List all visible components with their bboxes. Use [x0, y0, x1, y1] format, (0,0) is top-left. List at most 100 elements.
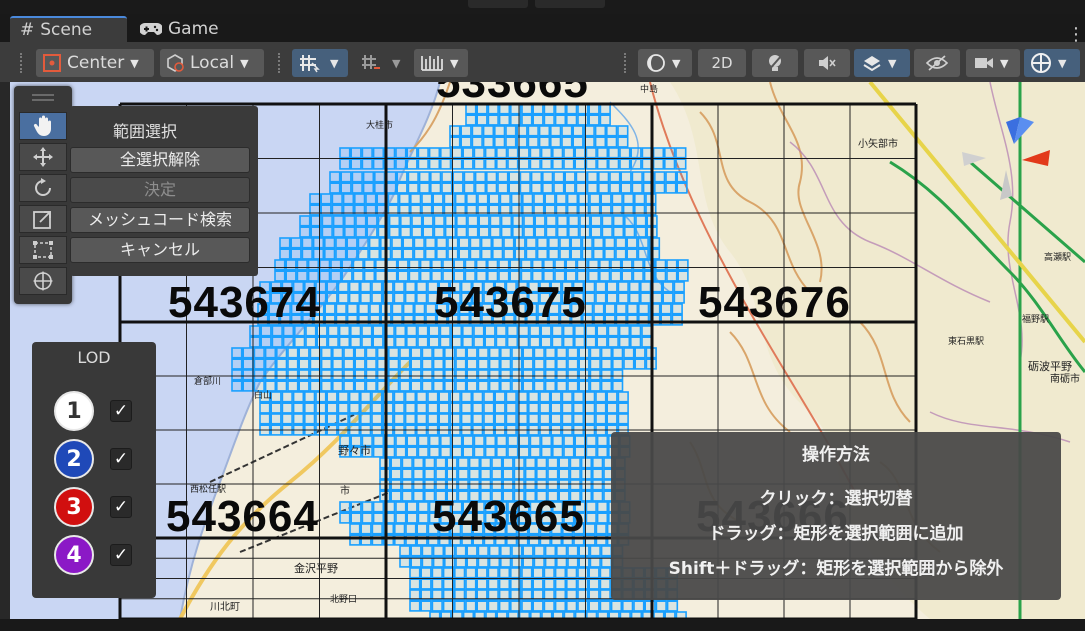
- selected-cell: [489, 215, 501, 227]
- svg-text:高瀬駅: 高瀬駅: [1044, 251, 1071, 263]
- selected-cell: [592, 237, 605, 249]
- selected-cell: [519, 182, 531, 194]
- selected-cell: [270, 413, 282, 425]
- toggle-2d-label: 2D: [711, 54, 733, 72]
- tab-scene[interactable]: # Scene: [10, 16, 127, 42]
- selected-cell: [473, 158, 485, 170]
- pivot-dropdown[interactable]: Center ▼: [36, 49, 154, 77]
- selected-cell: [340, 182, 352, 194]
- selected-cell: [422, 215, 434, 227]
- selected-cell: [635, 215, 647, 227]
- toolbar-grip[interactable]: [278, 53, 284, 73]
- transform-tool-button[interactable]: [19, 267, 67, 295]
- grid-snap-icon: [300, 55, 320, 73]
- mesh-code-search-button[interactable]: メッシュコード検索: [70, 207, 250, 233]
- lod-checkbox[interactable]: ✓: [110, 496, 132, 518]
- selected-cell: [315, 413, 327, 425]
- selected-cell: [563, 147, 575, 159]
- rotate-tool-button[interactable]: [19, 174, 67, 202]
- selected-cell: [511, 545, 523, 557]
- lighting-toggle[interactable]: [752, 49, 798, 77]
- ruler-button[interactable]: ▼: [414, 49, 468, 77]
- more-options-icon[interactable]: ⋮: [1067, 26, 1085, 44]
- selected-cell: [318, 270, 331, 282]
- effects-dropdown[interactable]: ▼: [854, 49, 910, 77]
- selected-cell: [494, 391, 506, 403]
- move-tool-button[interactable]: [19, 143, 67, 171]
- selected-cell: [491, 468, 503, 480]
- selected-cell: [275, 380, 288, 392]
- selected-cell: [527, 125, 539, 137]
- selected-cell: [410, 545, 422, 557]
- selected-cell: [443, 347, 456, 359]
- tab-game[interactable]: Game: [130, 16, 240, 42]
- selected-cell: [567, 358, 579, 370]
- lod-row-4: 4 ✓: [32, 535, 156, 577]
- selected-cell: [612, 226, 625, 238]
- selected-cell: [428, 435, 441, 447]
- selected-cell: [458, 248, 470, 260]
- rect-tool-button[interactable]: [19, 236, 67, 264]
- selected-cell: [368, 237, 381, 249]
- gizmos-dropdown[interactable]: ▼: [1024, 49, 1080, 77]
- selected-cell: [281, 413, 293, 425]
- selected-cell: [487, 114, 499, 126]
- selected-cell: [307, 259, 320, 271]
- mesh-code-label: 543674: [168, 278, 321, 327]
- selected-cell: [231, 380, 243, 392]
- selected-cell: [544, 358, 557, 370]
- selected-cell: [553, 171, 565, 183]
- selected-cell: [404, 281, 417, 293]
- increment-snap-button[interactable]: ▼: [354, 49, 410, 77]
- selected-cell: [417, 512, 429, 524]
- selected-cell: [462, 435, 474, 447]
- tab-bar: # Scene Game ⋮: [0, 14, 1085, 44]
- selected-cell: [611, 380, 624, 392]
- selected-cell: [495, 446, 508, 458]
- camera-dropdown[interactable]: ▼: [966, 49, 1020, 77]
- selected-cell: [666, 259, 678, 271]
- selected-cell: [631, 182, 643, 194]
- selected-cell: [365, 369, 377, 381]
- toggle-2d-button[interactable]: 2D: [698, 49, 746, 77]
- selected-cell: [435, 237, 448, 249]
- selected-cell: [443, 369, 456, 381]
- toolbar-grip[interactable]: [20, 53, 26, 73]
- grid-snap-button[interactable]: ▼: [292, 49, 348, 77]
- chevron-down-icon: ▼: [240, 56, 249, 70]
- selected-cell: [354, 380, 366, 392]
- selected-cell: [354, 358, 366, 370]
- clear-selection-button[interactable]: 全選択解除: [70, 147, 250, 173]
- draw-mode-dropdown[interactable]: ▼: [638, 49, 692, 77]
- cancel-button[interactable]: キャンセル: [70, 237, 250, 263]
- selected-cell: [359, 292, 372, 304]
- selected-cell: [585, 158, 597, 170]
- camera-icon: [975, 58, 993, 68]
- audio-toggle[interactable]: [804, 49, 850, 77]
- selected-cell: [449, 413, 461, 425]
- selected-cell: [330, 259, 342, 271]
- selected-cell: [585, 147, 597, 159]
- space-dropdown[interactable]: Local ▼: [160, 49, 264, 77]
- selected-cell: [298, 380, 310, 392]
- selected-cell: [410, 347, 422, 359]
- toolbar-grip[interactable]: [624, 53, 630, 73]
- selected-cell: [488, 358, 501, 370]
- selected-cell: [412, 490, 425, 502]
- scale-tool-button[interactable]: [19, 205, 67, 233]
- lod-checkbox[interactable]: ✓: [110, 448, 132, 470]
- confirm-button[interactable]: 決定: [70, 177, 250, 203]
- mesh-code-label: 543664: [166, 492, 319, 541]
- selected-cell: [533, 380, 545, 392]
- lod-checkbox[interactable]: ✓: [110, 400, 132, 422]
- selected-cell: [556, 215, 569, 227]
- selected-cell: [457, 479, 469, 491]
- lod-checkbox[interactable]: ✓: [110, 544, 132, 566]
- selected-cell: [498, 600, 511, 612]
- selected-cell: [323, 248, 336, 260]
- selected-cell: [505, 413, 517, 425]
- selected-cell: [357, 303, 370, 315]
- hidden-objects-toggle[interactable]: [914, 49, 960, 77]
- selected-cell: [350, 158, 362, 170]
- hand-tool-button[interactable]: [19, 112, 67, 140]
